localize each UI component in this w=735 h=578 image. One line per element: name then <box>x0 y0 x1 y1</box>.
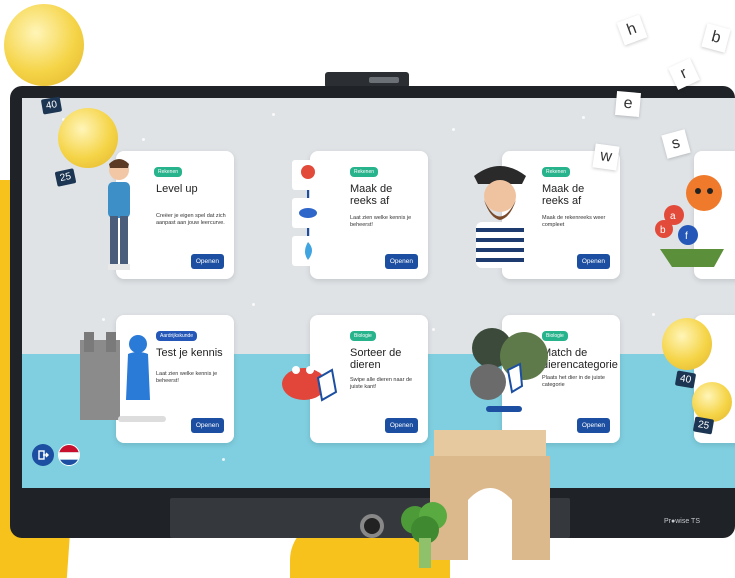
letter-tile-b: b <box>660 225 666 236</box>
balloon <box>58 108 118 168</box>
brand-label: Pr●wise TS <box>664 518 700 525</box>
broccoli-illustration <box>401 502 447 568</box>
balloon-number-tag: 40 <box>674 370 697 389</box>
snow-dot <box>582 116 585 119</box>
crab-illustration <box>282 366 338 402</box>
letter-tile: w <box>592 143 620 171</box>
pirate-character-illustration <box>474 166 526 268</box>
open-button[interactable]: Openen <box>190 418 224 433</box>
open-button[interactable]: Openen <box>384 418 418 433</box>
promo-scene: Rekenen Level up Creëer je eigen spel da… <box>0 0 735 578</box>
subject-badge: Rekenen <box>350 167 379 177</box>
game-card-reeks-1[interactable]: Rekenen Maak de reeks af Laat zien welke… <box>310 151 428 279</box>
snow-dot <box>102 318 105 321</box>
letter-tile: e <box>614 90 642 118</box>
snow-dot <box>652 313 655 316</box>
card-description: Swipe alle dieren naar de juiste kant! <box>350 377 413 390</box>
open-button[interactable]: Openen <box>576 418 610 433</box>
card-title: Sorteer de dieren <box>350 347 402 371</box>
balloon-number-tag: 25 <box>692 416 715 435</box>
language-button[interactable] <box>58 444 80 466</box>
snow-dot <box>272 113 275 116</box>
snow-dot <box>142 138 145 141</box>
card-description: Plaats het dier in de juiste categorie <box>542 375 605 388</box>
letter-tile: b <box>701 23 731 53</box>
exit-button[interactable] <box>32 444 54 466</box>
bottom-camera <box>360 514 384 538</box>
open-button[interactable]: Openen <box>190 254 224 269</box>
letter-tile-a: a <box>670 211 676 222</box>
fox-letters-illustration: a b f <box>655 175 724 267</box>
balloon <box>662 318 712 370</box>
subject-badge: Rekenen <box>542 167 571 177</box>
card-title: Maak de reeks af <box>350 183 393 207</box>
app-screen: Rekenen Level up Creëer je eigen spel da… <box>22 98 735 488</box>
balloon <box>4 4 84 86</box>
letter-tile-f: f <box>685 231 688 242</box>
open-button[interactable]: Openen <box>576 254 610 269</box>
card-title: Match de dierencategorie <box>542 347 618 371</box>
snow-dot <box>432 328 435 331</box>
snow-dot <box>222 458 225 461</box>
snow-dot <box>252 303 255 306</box>
card-description: Creëer je eigen spel dat zich aanpast aa… <box>156 213 226 226</box>
subject-badge: Biologie <box>350 331 376 341</box>
card-title: Maak de reeks af <box>542 183 585 207</box>
card-description: Laat zien welke kennis je beheerst! <box>350 215 412 228</box>
notre-dame-silhouette-illustration <box>80 332 166 422</box>
snow-dot <box>452 128 455 131</box>
sea-animals-sequence-illustration <box>292 160 324 266</box>
boy-character-illustration <box>108 159 130 270</box>
open-button[interactable]: Openen <box>384 254 418 269</box>
subject-badge: Rekenen <box>154 167 183 177</box>
exit-icon <box>38 450 49 460</box>
animal-photos-illustration <box>470 328 548 412</box>
card-title: Level up <box>156 183 198 195</box>
card-description: Maak de rekenreeks weer compleet <box>542 215 606 228</box>
letter-tile: h <box>616 14 648 46</box>
